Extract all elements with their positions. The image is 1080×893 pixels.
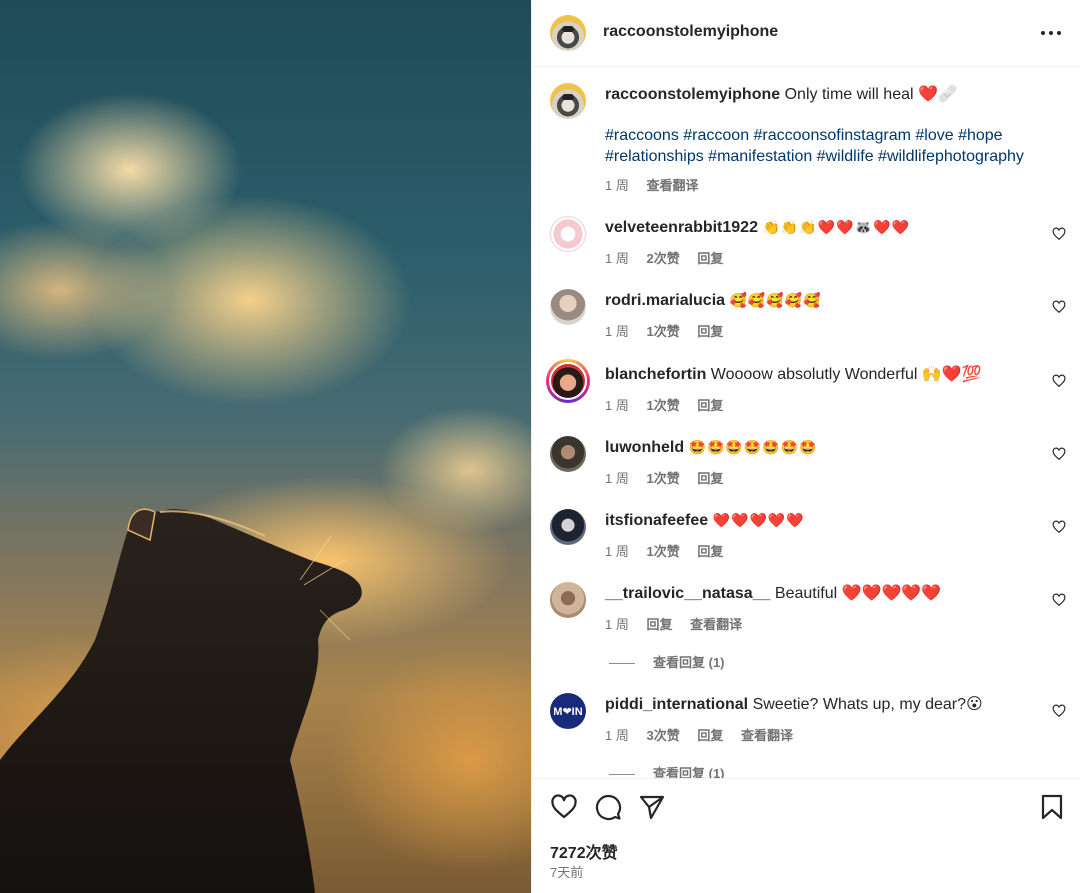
commenter-avatar[interactable] bbox=[550, 582, 586, 618]
see-translation-button[interactable]: 查看翻译 bbox=[690, 617, 742, 632]
commenter-username[interactable]: rodri.marialucia bbox=[605, 292, 725, 309]
raccoon-silhouette bbox=[0, 508, 362, 893]
view-replies-label[interactable]: 查看回复 (1) bbox=[653, 655, 725, 670]
reply-button[interactable]: 回复 bbox=[646, 617, 672, 632]
comment-text: Beautiful ❤️❤️❤️❤️❤️ bbox=[774, 585, 942, 602]
comment-age: 1 周 bbox=[605, 617, 629, 632]
comment-likes[interactable]: 3次赞 bbox=[646, 728, 679, 743]
comment-text: 🤩🤩🤩🤩🤩🤩🤩 bbox=[688, 440, 818, 456]
comment-age: 1 周 bbox=[605, 398, 629, 413]
commenter-username[interactable]: piddi_international bbox=[605, 696, 748, 713]
comment-likes[interactable]: 1次赞 bbox=[646, 544, 679, 559]
caption-username[interactable]: raccoonstolemyiphone bbox=[605, 86, 780, 103]
post-timestamp[interactable]: 7天前 bbox=[550, 862, 583, 881]
comment-text: Woooow absolutly Wonderful 🙌❤️💯 bbox=[710, 366, 982, 383]
commenter-avatar[interactable] bbox=[550, 509, 586, 545]
comment-like-heart-icon[interactable] bbox=[1052, 300, 1066, 314]
commenter-username[interactable]: luwonheld bbox=[605, 439, 684, 456]
comment-text: Sweetie? Whats up, my dear?😮 bbox=[752, 696, 983, 713]
commenter-avatar[interactable] bbox=[550, 436, 586, 472]
comment-likes[interactable]: 1次赞 bbox=[646, 471, 679, 486]
post-image[interactable] bbox=[0, 0, 531, 893]
post-actions: 7272次赞 7天前 bbox=[532, 778, 1080, 893]
commenter-username[interactable]: __trailovic__natasa__ bbox=[605, 585, 770, 602]
comments-list[interactable]: raccoonstolemyiphone Only time will heal… bbox=[532, 68, 1080, 778]
comment-bubble-icon[interactable] bbox=[594, 793, 622, 821]
comment-age: 1 周 bbox=[605, 728, 629, 743]
replies-divider bbox=[609, 663, 635, 665]
commenter-avatar[interactable] bbox=[550, 289, 586, 325]
paper-plane-icon[interactable] bbox=[638, 793, 666, 821]
comment-likes[interactable]: 2次赞 bbox=[646, 251, 679, 266]
commenter-avatar[interactable] bbox=[550, 216, 586, 252]
commenter-avatar-story-ring[interactable] bbox=[546, 359, 590, 403]
view-replies-button[interactable]: 查看回复 (1) bbox=[609, 763, 725, 778]
caption-author-avatar[interactable] bbox=[550, 83, 586, 119]
author-avatar[interactable] bbox=[550, 15, 586, 51]
reply-button[interactable]: 回复 bbox=[697, 324, 723, 339]
hashtags-line-1[interactable]: #raccoons #raccoon #raccoonsofinstagram … bbox=[605, 125, 1045, 146]
reply-button[interactable]: 回复 bbox=[697, 471, 723, 486]
post-header: raccoonstolemyiphone bbox=[532, 0, 1080, 67]
commenter-username[interactable]: blanchefortin bbox=[605, 366, 706, 383]
reply-button[interactable]: 回复 bbox=[697, 728, 723, 743]
commenter-username[interactable]: itsfionafeefee bbox=[605, 512, 708, 529]
post-panel: raccoonstolemyiphone raccoonstolemyiphon… bbox=[531, 0, 1080, 893]
see-translation-button[interactable]: 查看翻译 bbox=[646, 178, 698, 193]
see-translation-button[interactable]: 查看翻译 bbox=[741, 728, 793, 743]
comment-like-heart-icon[interactable] bbox=[1052, 704, 1066, 718]
comment-age: 1 周 bbox=[605, 324, 629, 339]
commenter-username[interactable]: velveteenrabbit1922 bbox=[605, 219, 758, 236]
likes-count[interactable]: 7272次赞 bbox=[550, 839, 618, 863]
comment-likes[interactable]: 1次赞 bbox=[646, 398, 679, 413]
replies-divider bbox=[609, 774, 635, 776]
reply-button[interactable]: 回复 bbox=[697, 544, 723, 559]
comment-like-heart-icon[interactable] bbox=[1052, 374, 1066, 388]
comment-age: 1 周 bbox=[605, 471, 629, 486]
comment-likes[interactable]: 1次赞 bbox=[646, 324, 679, 339]
comment-age: 1 周 bbox=[605, 544, 629, 559]
heart-icon[interactable] bbox=[550, 793, 578, 821]
bookmark-icon[interactable] bbox=[1038, 793, 1066, 821]
view-replies-label[interactable]: 查看回复 (1) bbox=[653, 766, 725, 778]
comment-age: 1 周 bbox=[605, 251, 629, 266]
commenter-avatar[interactable]: M❤IN bbox=[550, 693, 586, 729]
caption-hashtags[interactable]: #raccoons #raccoon #raccoonsofinstagram … bbox=[605, 125, 1045, 167]
comment-text: ❤️❤️❤️❤️❤️ bbox=[712, 513, 805, 529]
reply-button[interactable]: 回复 bbox=[697, 251, 723, 266]
comment-like-heart-icon[interactable] bbox=[1052, 447, 1066, 461]
comment-like-heart-icon[interactable] bbox=[1052, 593, 1066, 607]
caption-text: Only time will heal ❤️🩹 bbox=[784, 86, 958, 103]
comment-text: 👏👏👏❤️❤️🦝❤️❤️ bbox=[762, 220, 910, 236]
view-replies-button[interactable]: 查看回复 (1) bbox=[609, 652, 725, 671]
comment-like-heart-icon[interactable] bbox=[1052, 227, 1066, 241]
author-username[interactable]: raccoonstolemyiphone bbox=[603, 23, 778, 41]
caption-age: 1 周 bbox=[605, 178, 629, 193]
more-options-icon[interactable] bbox=[1036, 20, 1066, 46]
comment-text: 🥰🥰🥰🥰🥰 bbox=[729, 293, 822, 309]
hashtags-line-2[interactable]: #relationships #manifestation #wildlife … bbox=[605, 146, 1045, 167]
comment-like-heart-icon[interactable] bbox=[1052, 520, 1066, 534]
reply-button[interactable]: 回复 bbox=[697, 398, 723, 413]
